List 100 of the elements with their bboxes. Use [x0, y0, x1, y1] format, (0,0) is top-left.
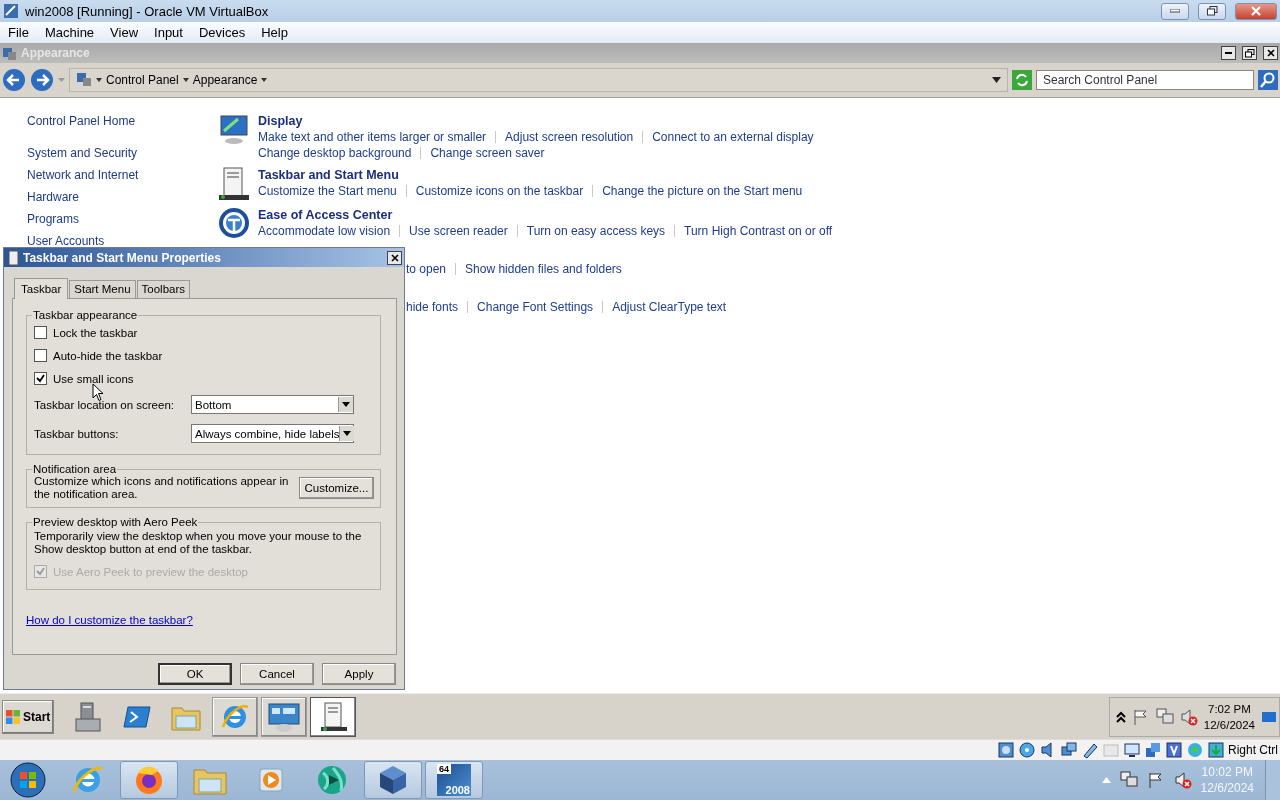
network-icon[interactable]	[1119, 771, 1138, 789]
task-link[interactable]: Use screen reader	[409, 223, 508, 239]
forward-button[interactable]	[30, 68, 54, 92]
customize-button[interactable]: Customize...	[299, 477, 374, 499]
breadcrumb[interactable]: Control Panel	[106, 73, 179, 87]
dropdown[interactable]: Bottom	[191, 395, 354, 414]
muted-speaker-icon[interactable]	[1173, 771, 1192, 789]
task-link[interactable]: Change desktop background	[258, 145, 412, 161]
menu-item[interactable]: Help	[253, 25, 296, 40]
dialog-button[interactable]: Apply	[322, 663, 396, 685]
checkbox[interactable]	[34, 349, 47, 362]
task-link[interactable]: Change the picture on the Start menu	[602, 183, 803, 199]
checkbox-label: Lock the taskbar	[53, 326, 138, 339]
task-link[interactable]: Accommodate low vision	[258, 223, 391, 239]
menu-item[interactable]: View	[102, 25, 147, 40]
window-icon	[2, 45, 17, 61]
tab[interactable]: Taskbar	[14, 278, 69, 299]
tower-icon[interactable]	[318, 700, 348, 733]
minimize-icon	[1225, 51, 1232, 55]
sidebar-link[interactable]: User Accounts	[27, 234, 105, 248]
dropdown[interactable]: Always combine, hide labels	[191, 424, 354, 443]
search-button[interactable]	[1258, 70, 1278, 90]
disc-icon[interactable]	[1018, 741, 1036, 759]
refresh-button[interactable]	[1012, 70, 1032, 90]
menu-item[interactable]: Input	[146, 25, 191, 40]
close-button[interactable]	[387, 250, 402, 265]
show-desktop-icon[interactable]	[1261, 709, 1277, 724]
taskbar-button[interactable]	[310, 696, 356, 737]
monitor-icon	[218, 113, 250, 145]
caret-icon[interactable]	[182, 78, 189, 82]
checkbox[interactable]	[34, 326, 47, 339]
caret-icon[interactable]	[992, 77, 1001, 83]
task-link[interactable]: Change Font Settings	[477, 299, 594, 315]
task-link[interactable]: Change screen saver	[430, 145, 545, 161]
task-link[interactable]: Make text and other items larger or smaller	[258, 129, 487, 145]
sidebar-link[interactable]: Network and Internet	[27, 168, 139, 182]
dialog-button[interactable]: OK	[158, 663, 232, 685]
app-logo-icon: 64 2008	[437, 764, 471, 796]
monitor-icon[interactable]	[267, 700, 301, 733]
restore-icon	[1206, 6, 1218, 16]
network-icon[interactable]	[1155, 707, 1174, 726]
search-field[interactable]: Search Control Panel	[1036, 70, 1254, 90]
task-link[interactable]: hide fonts	[406, 299, 459, 315]
sidebar-link[interactable]: Hardware	[27, 190, 80, 204]
field-label: Taskbar location on screen:	[34, 398, 175, 411]
taskbar-button[interactable]	[261, 696, 307, 737]
restore-button[interactable]	[1198, 2, 1226, 20]
taskbar-button[interactable]	[364, 761, 422, 799]
restore-button[interactable]	[1242, 46, 1257, 60]
task-link[interactable]: Connect to an external display	[652, 129, 814, 145]
task-link[interactable]: Customize icons on the taskbar	[415, 183, 584, 199]
help-link[interactable]: How do I customize the taskbar?	[26, 614, 193, 626]
task-link[interactable]: Turn High Contrast on or off	[684, 223, 833, 239]
start-button[interactable]: Start	[2, 699, 54, 734]
category-title[interactable]: Taskbar and Start Menu	[258, 167, 803, 183]
globe-icon[interactable]	[315, 763, 349, 797]
server-icon[interactable]	[73, 700, 103, 733]
back-button[interactable]	[2, 68, 26, 92]
search-icon	[1258, 70, 1278, 90]
category-title[interactable]: Ease of Access Center	[258, 207, 833, 223]
task-link[interactable]: Show hidden files and folders	[465, 261, 622, 277]
address-bar[interactable]: Control Panel Appearance	[69, 68, 1008, 92]
windows-icon[interactable]	[1144, 741, 1162, 759]
field-label: Taskbar buttons:	[34, 427, 120, 440]
close-button[interactable]	[1263, 46, 1278, 60]
refresh-icon	[1012, 70, 1032, 90]
display-icon[interactable]	[1123, 741, 1141, 759]
network-icon[interactable]	[1060, 741, 1078, 759]
menu-item[interactable]: Devices	[190, 25, 254, 40]
dialog-button[interactable]: Cancel	[240, 663, 314, 685]
sidebar-link[interactable]: System and Security	[27, 146, 138, 160]
checkbox[interactable]	[34, 372, 47, 385]
download-icon[interactable]	[1207, 741, 1225, 759]
restore-icon	[1244, 48, 1255, 58]
menu-item[interactable]: Machine	[36, 25, 103, 40]
task-link[interactable]: Adjust ClearType text	[612, 299, 727, 315]
taskbar-button[interactable]: 64 2008	[425, 761, 483, 799]
task-link[interactable]: Turn on easy access keys	[526, 223, 666, 239]
sidebar-link[interactable]: Control Panel Home	[27, 114, 136, 128]
category-title[interactable]: Display	[258, 113, 814, 129]
breadcrumb[interactable]: Appearance	[192, 73, 258, 87]
sidebar-link[interactable]: Programs	[27, 212, 79, 226]
chevron-up-icon[interactable]	[1115, 710, 1126, 723]
task-link[interactable]: Customize the Start menu	[258, 183, 397, 199]
tab[interactable]: Start Menu	[69, 280, 136, 298]
checkbox-label: Auto-hide the taskbar	[53, 349, 163, 362]
taskbar-button[interactable]	[120, 761, 178, 799]
minimize-button[interactable]	[1221, 46, 1236, 60]
caret-icon[interactable]	[96, 78, 102, 82]
muted-speaker-icon[interactable]	[1179, 707, 1198, 726]
accessibility-icon	[218, 207, 250, 239]
windows-orb-icon	[10, 762, 46, 798]
windows-logo-icon	[5, 708, 21, 725]
menu-item[interactable]: File	[0, 25, 37, 40]
tab[interactable]: Toolbars	[136, 280, 190, 298]
task-link[interactable]: Adjust screen resolution	[505, 129, 634, 145]
checkbox-label: Use small icons	[53, 372, 134, 385]
badge-icon[interactable]	[1165, 741, 1183, 759]
task-link[interactable]: to open	[406, 261, 447, 277]
caret-icon[interactable]	[261, 78, 268, 82]
